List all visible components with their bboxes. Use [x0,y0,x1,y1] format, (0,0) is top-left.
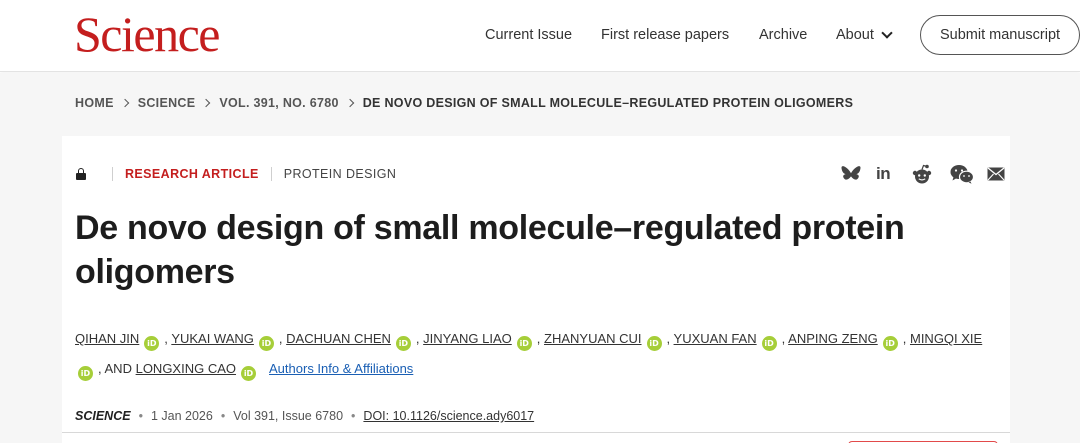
publication-date: 1 Jan 2026 [150,409,213,423]
orcid-icon[interactable]: iD [78,366,93,381]
authors-affiliations-link[interactable]: Authors Info & Affiliations [269,361,413,376]
author-link[interactable]: LONGXING CAO [136,361,236,376]
orcid-icon[interactable]: iD [241,366,257,381]
breadcrumb: HOME SCIENCE VOL. 391, NO. 6780 DE NOVO … [75,95,853,111]
separator-dot: • [351,409,356,423]
author-link[interactable]: DACHUAN CHEN [286,331,391,346]
submit-manuscript-label: Submit manuscript [940,27,1061,43]
breadcrumb-issue[interactable]: VOL. 391, NO. 6780 [219,96,338,110]
chevron-down-icon [881,26,893,39]
author-link[interactable]: ANPING ZENG [788,331,878,346]
chevron-right-icon [202,98,211,108]
breadcrumb-current: DE NOVO DESIGN OF SMALL MOLECULE–REGULAT… [362,96,854,110]
and-separator: , AND [98,361,132,376]
author-link[interactable]: QIHAN JIN [75,331,139,346]
author-link[interactable]: JINYANG LIAO [423,331,512,346]
article-title: De novo design of small molecule–regulat… [75,209,905,291]
author-link[interactable]: YUXUAN FAN [674,331,757,346]
citation-line: SCIENCE • 1 Jan 2026 • Vol 391, Issue 67… [75,408,534,424]
separator-dot: • [220,409,226,423]
nav-about[interactable]: About [836,0,893,70]
orcid-icon[interactable]: iD [516,336,532,351]
breadcrumb-science[interactable]: SCIENCE [138,96,196,110]
nav-current-issue-label[interactable]: Current Issue [485,27,572,43]
email-icon[interactable] [987,167,1005,181]
nav-first-release-label[interactable]: First release papers [601,27,729,43]
orcid-icon[interactable]: iD [395,336,411,351]
orcid-icon[interactable]: iD [761,336,777,351]
journal-name: SCIENCE [75,409,131,423]
share-bar: in [0,164,1080,184]
separator-dot: • [138,409,143,423]
science-logo[interactable]: Science [74,6,220,62]
orcid-icon[interactable]: iD [646,336,662,351]
breadcrumb-home[interactable]: HOME [75,96,114,110]
bluesky-icon[interactable] [841,165,861,183]
chevron-right-icon [345,98,354,108]
orcid-icon[interactable]: iD [144,336,160,351]
doi-link[interactable]: DOI: 10.1126/science.ady6017 [363,409,534,423]
reddit-icon[interactable] [911,164,933,184]
nav-first-release[interactable]: First release papers [601,0,729,70]
divider [62,432,1010,433]
author-list: QIHAN JIN iD, YUKAI WANG iD, DACHUAN CHEN i… [75,324,1015,384]
author-link[interactable]: MINGQI XIE [910,331,982,346]
submit-manuscript-button[interactable]: Submit manuscript [920,15,1080,55]
chevron-right-icon [120,98,129,108]
site-header: Science Current Issue First release pape… [0,0,1080,72]
wechat-icon[interactable] [950,164,974,184]
nav-archive[interactable]: Archive [759,0,807,70]
nav-archive-label[interactable]: Archive [759,27,807,43]
nav-about-label[interactable]: About [836,27,874,43]
orcid-icon[interactable]: iD [882,336,898,351]
nav-current-issue[interactable]: Current Issue [485,0,572,70]
volume-issue: Vol 391, Issue 6780 [233,409,344,423]
author-link[interactable]: YUKAI WANG [171,331,254,346]
linkedin-icon[interactable]: in [876,164,891,184]
author-link[interactable]: ZHANYUAN CUI [544,331,642,346]
orcid-icon[interactable]: iD [258,336,274,351]
